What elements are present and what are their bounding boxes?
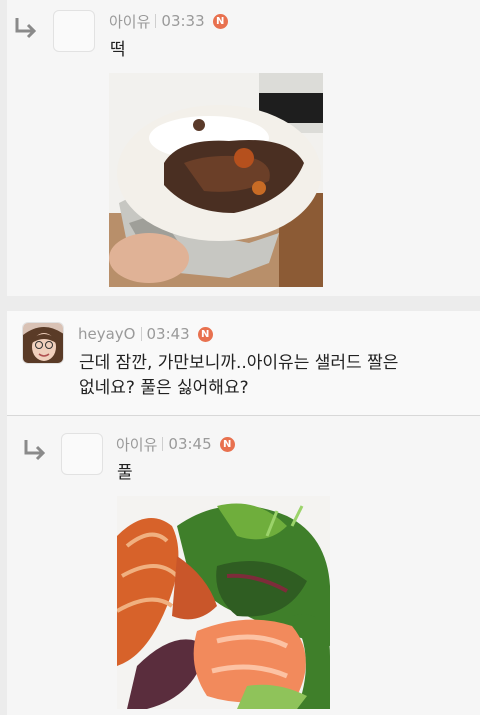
salad-photo[interactable] (117, 496, 330, 709)
comment-text: 풀 (117, 463, 133, 483)
new-badge: N (197, 326, 213, 342)
avatar-photo (23, 323, 63, 363)
bun-photo[interactable] (109, 73, 323, 287)
bun-image (109, 73, 323, 287)
timestamp: 03:33 (161, 12, 205, 30)
author-name[interactable]: 아이유 (116, 434, 157, 455)
author-name[interactable]: heyayO (78, 325, 136, 343)
timestamp: 03:43 (146, 325, 190, 343)
divider (162, 437, 164, 451)
author-name[interactable]: 아이유 (109, 11, 150, 32)
divider (155, 14, 157, 28)
comment-header: 아이유 03:45 N (116, 433, 235, 455)
comment-header: heyayO 03:43 N (78, 323, 213, 345)
divider (140, 327, 142, 341)
new-badge: N (219, 436, 235, 452)
salad-image (117, 496, 330, 709)
comment-text: 떡 (110, 40, 126, 60)
timestamp: 03:45 (168, 435, 212, 453)
reply-arrow-icon (24, 440, 46, 461)
new-badge: N (212, 13, 228, 29)
comment-text-line: 없네요? 풀은 싫어해요? (79, 378, 249, 398)
avatar[interactable] (61, 433, 103, 475)
comment-text-line: 근데 잠깐, 가만보니까..아이유는 샐러드 짤은 (79, 353, 399, 373)
comment-header: 아이유 03:33 N (109, 10, 228, 32)
reply-arrow-icon (15, 18, 37, 39)
comment-text: 근데 잠깐, 가만보니까..아이유는 샐러드 짤은 없네요? 풀은 싫어해요? (79, 351, 398, 401)
avatar[interactable] (22, 322, 64, 364)
avatar[interactable] (53, 10, 95, 52)
